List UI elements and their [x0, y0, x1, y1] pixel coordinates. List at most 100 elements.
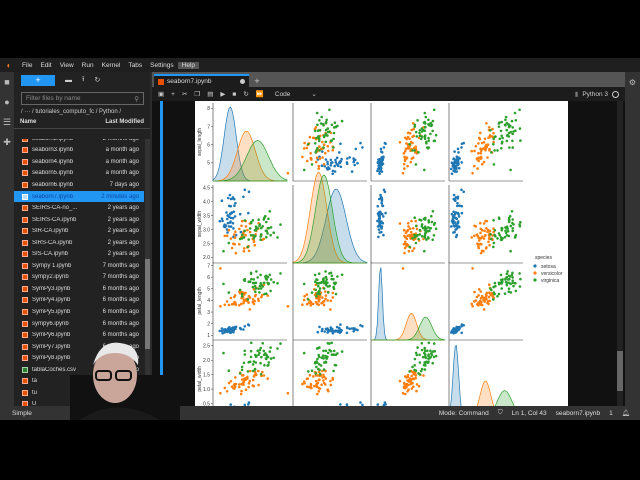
folder-icon[interactable]: ■	[0, 72, 14, 92]
file-row[interactable]: SEIRS-CA-no_... 2 years ago	[14, 202, 144, 214]
filter-input[interactable]: Filter files by name ⚲	[21, 92, 144, 105]
cut-icon[interactable]: ✂	[182, 90, 187, 98]
menu-tabs[interactable]: Tabs	[124, 62, 146, 69]
point-setosa	[378, 160, 381, 164]
file-modified: 7 months ago	[102, 274, 139, 281]
point-virginica	[408, 245, 411, 249]
restart-icon[interactable]: ↻	[243, 90, 248, 98]
column-last-modified[interactable]: Last Modified	[105, 119, 144, 128]
point-setosa	[458, 204, 461, 207]
run-icon[interactable]: ▶	[220, 90, 225, 98]
point-virginica	[248, 280, 252, 283]
point-virginica	[310, 291, 314, 294]
menu-settings[interactable]: Settings	[146, 62, 178, 69]
point-versicolor	[253, 243, 256, 247]
running-icon[interactable]: ●	[0, 92, 14, 112]
extension-icon[interactable]: ✚	[0, 132, 14, 152]
new-folder-icon[interactable]: ▬	[65, 77, 72, 84]
file-row[interactable]: SIR-CA.ipynb 2 years ago	[14, 225, 144, 237]
chevron-down-icon[interactable]: ⌄	[311, 90, 316, 98]
point-virginica	[322, 287, 326, 290]
simple-mode-toggle[interactable]: Simple	[12, 410, 32, 417]
point-versicolor	[401, 267, 405, 270]
point-virginica	[415, 135, 419, 138]
menu-edit[interactable]: Edit	[36, 62, 55, 69]
cell-type-select[interactable]: Code	[275, 91, 291, 98]
menu-help[interactable]: Help	[177, 61, 200, 69]
save-icon[interactable]: ▣	[158, 90, 164, 98]
point-virginica	[498, 137, 502, 141]
menu-file[interactable]: File	[18, 62, 36, 69]
column-name[interactable]: Name	[20, 119, 36, 128]
stop-icon[interactable]: ■	[232, 91, 236, 98]
point-setosa	[449, 225, 453, 228]
point-virginica	[336, 275, 339, 278]
kernel-status[interactable]: ▮ Python 3	[575, 90, 619, 98]
point-versicolor	[406, 221, 410, 225]
file-row[interactable]: seaborn3.ipynb a month ago	[14, 145, 144, 157]
point-setosa	[316, 330, 320, 334]
point-virginica	[509, 224, 513, 228]
point-versicolor	[252, 240, 256, 244]
toc-icon[interactable]: ☰	[0, 112, 14, 132]
new-launcher-button[interactable]: +	[21, 74, 55, 86]
point-virginica	[423, 218, 427, 221]
insert-cell-icon[interactable]: +	[171, 91, 175, 98]
point-virginica	[318, 373, 322, 376]
point-setosa	[334, 160, 338, 164]
file-row[interactable]: seaborn7.ipynb 2 minutes ago	[14, 190, 144, 203]
copy-icon[interactable]: ❐	[194, 90, 200, 98]
point-virginica	[251, 363, 255, 366]
point-versicolor	[473, 290, 476, 294]
point-virginica	[222, 351, 225, 355]
file-row[interactable]: seaborn5.ipynb a month ago	[14, 168, 144, 180]
shield-icon[interactable]: ⛉	[498, 409, 503, 417]
file-row[interactable]: seaborn6.ipynb 7 days ago	[14, 179, 144, 191]
point-setosa	[345, 331, 349, 335]
file-row[interactable]: SIRS-CA.ipynb 2 years ago	[14, 237, 144, 249]
point-versicolor	[477, 159, 481, 163]
file-row[interactable]: SymPy4.ipynb 6 months ago	[14, 295, 144, 307]
unsaved-dot-icon[interactable]	[240, 79, 245, 84]
file-row[interactable]: SEIRS-CA.ipynb 2 years ago	[14, 214, 144, 226]
file-row[interactable]: SymPy3.ipynb 6 months ago	[14, 283, 144, 295]
cursor-position[interactable]: Ln 1, Col 43	[512, 410, 547, 417]
paste-icon[interactable]: ▤	[207, 90, 213, 98]
point-versicolor	[318, 295, 321, 299]
add-tab-button[interactable]: +	[252, 76, 262, 87]
point-virginica	[328, 108, 331, 112]
point-versicolor	[485, 219, 489, 223]
file-row[interactable]: Sympy 1.ipynb 7 months ago	[14, 260, 144, 272]
debug-icon[interactable]: ▮	[575, 90, 579, 98]
tab-seaborn7[interactable]: seaborn7.ipynb	[154, 74, 249, 87]
breadcrumb[interactable]: / ··· / tutoriales_computo_fc / Python /	[14, 105, 150, 119]
file-row[interactable]: sympy6.ipynb 6 months ago	[14, 318, 144, 330]
file-row[interactable]: SIS-CA.ipynb 2 years ago	[14, 248, 144, 260]
menu-view[interactable]: View	[56, 62, 78, 69]
point-versicolor	[244, 225, 248, 228]
point-virginica	[432, 223, 436, 226]
refresh-icon[interactable]: ↻	[94, 76, 100, 84]
notebook-scrollbar[interactable]	[617, 101, 623, 406]
file-row[interactable]: sympy2.ipynb 7 months ago	[14, 272, 144, 284]
point-versicolor	[479, 155, 483, 159]
point-versicolor	[473, 234, 476, 238]
point-virginica	[256, 276, 259, 279]
upload-icon[interactable]: ⭱	[82, 75, 84, 86]
menu-run[interactable]: Run	[78, 62, 98, 69]
point-setosa	[383, 141, 387, 145]
bell-icon[interactable]: 🔔︎	[622, 409, 630, 417]
point-virginica	[268, 350, 272, 353]
file-row[interactable]: seaborn4.ipynb a month ago	[14, 156, 144, 168]
point-virginica	[507, 220, 511, 224]
point-virginica	[417, 237, 420, 241]
notebook-file-icon	[22, 170, 28, 177]
notebook-panel: seaborn7.ipynb + ▣ + ✂ ❐ ▤ ▶ ■ ↻ ⏩ Code …	[152, 72, 625, 406]
menu-kernel[interactable]: Kernel	[98, 62, 125, 69]
point-versicolor	[477, 246, 481, 250]
point-versicolor	[233, 242, 236, 246]
file-row[interactable]: SymPy5.ipynb 6 months ago	[14, 306, 144, 318]
property-inspector-icon[interactable]: ⚙	[625, 78, 640, 87]
run-all-icon[interactable]: ⏩	[256, 90, 264, 98]
file-modified: 7 days ago	[109, 181, 139, 188]
